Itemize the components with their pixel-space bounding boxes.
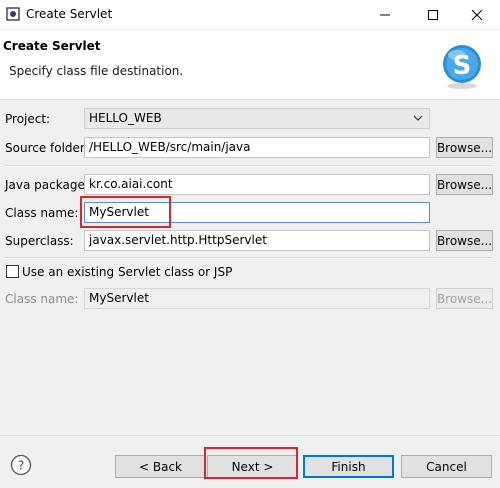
window-title: Create Servlet [26, 7, 113, 21]
existing-class-name-input: MyServlet [84, 288, 430, 309]
use-existing-checkbox[interactable] [6, 265, 19, 278]
wizard-content: Project: HELLO_WEB Source folder: /HELLO… [0, 100, 500, 435]
java-package-input[interactable]: kr.co.aiai.cont [84, 174, 430, 195]
svg-text:?: ? [18, 459, 24, 473]
wizard-footer: ? < Back Next > Finish Cancel [0, 435, 500, 488]
source-folder-label: Source folder: [5, 141, 89, 155]
wizard-header: Create Servlet Specify class file destin… [0, 30, 500, 100]
project-combo[interactable]: HELLO_WEB [84, 108, 430, 129]
cancel-button[interactable]: Cancel [401, 455, 492, 478]
minimize-icon[interactable] [362, 0, 408, 30]
wizard-title: Create Servlet [3, 39, 101, 53]
finish-button[interactable]: Finish [303, 455, 394, 478]
logo-letter: S [453, 51, 472, 81]
existing-class-name-label: Class name: [5, 292, 79, 306]
next-button[interactable]: Next > [207, 455, 298, 478]
superclass-browse-button[interactable]: Browse... [436, 230, 493, 251]
project-label: Project: [5, 112, 51, 126]
help-icon[interactable]: ? [10, 454, 32, 476]
existing-class-browse-button: Browse... [436, 288, 493, 309]
window-titlebar: Create Servlet [0, 0, 500, 30]
back-button[interactable]: < Back [115, 455, 206, 478]
source-folder-browse-button[interactable]: Browse... [436, 137, 493, 158]
chevron-down-icon [413, 115, 423, 121]
project-combo-value: HELLO_WEB [89, 111, 162, 125]
maximize-icon[interactable] [410, 0, 456, 30]
use-existing-label[interactable]: Use an existing Servlet class or JSP [22, 265, 232, 279]
separator [4, 257, 493, 259]
java-package-browse-button[interactable]: Browse... [436, 174, 493, 195]
superclass-input[interactable]: javax.servlet.http.HttpServlet [84, 230, 430, 251]
wizard-description: Specify class file destination. [9, 64, 184, 78]
servlet-wizard-logo-icon: S [443, 45, 481, 89]
eclipse-app-icon [6, 7, 20, 21]
superclass-label: Superclass: [5, 234, 74, 248]
close-icon[interactable] [454, 0, 500, 30]
separator [4, 165, 493, 167]
class-name-label: Class name: [5, 206, 79, 220]
source-folder-input[interactable]: /HELLO_WEB/src/main/java [84, 137, 430, 158]
java-package-label: Java package: [5, 178, 89, 192]
class-name-input[interactable]: MyServlet [84, 202, 430, 223]
